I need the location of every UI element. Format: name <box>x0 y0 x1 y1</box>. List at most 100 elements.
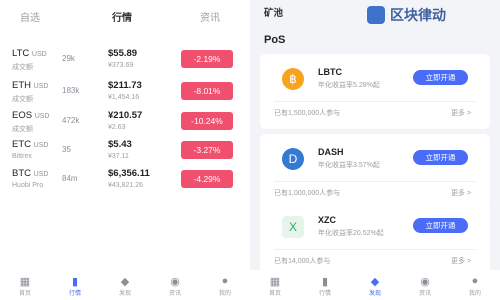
home-icon: ▦ <box>19 276 31 288</box>
nav-news[interactable]: ◉ 资讯 <box>150 270 200 300</box>
exchange-label: 成交额 <box>12 64 33 71</box>
page-title: 矿池 <box>264 8 284 19</box>
bottom-nav: ▦ 首页 ▮ 行情 ◆ 发现 ◉ 资讯 ● 我的 <box>250 270 500 300</box>
market-row[interactable]: LTC USD 成交额 29k $55.89 ¥373.69 -2.19% <box>0 44 250 78</box>
price-usd: ¥210.57 <box>108 110 143 121</box>
participants-text: 已有1,000,000人参与 <box>274 190 341 197</box>
nav-markets[interactable]: ▮ 行情 <box>300 270 350 300</box>
section-title: PoS <box>264 34 286 46</box>
exchange-label: Bittrex <box>12 153 32 160</box>
nav-label: 我的 <box>468 291 482 297</box>
dash-icon: D <box>282 148 304 170</box>
coin-pair: USD <box>33 171 49 178</box>
exchange-label: 成交额 <box>12 126 33 133</box>
yield-rate: 年化收益率5.28%起 <box>318 82 380 89</box>
tab-markets[interactable]: 行情 <box>112 9 132 24</box>
zcoin-icon: X <box>282 216 304 238</box>
coin-name: LBTC <box>318 67 342 77</box>
nav-label: 行情 <box>318 291 332 297</box>
price-cny: ¥1,454.16 <box>108 94 140 101</box>
nav-label: 发现 <box>368 291 382 297</box>
price-usd: $6,356.11 <box>108 168 150 179</box>
volume-value: 35 <box>62 145 71 154</box>
more-link[interactable]: 更多 > <box>451 108 471 118</box>
price-cny: ¥373.69 <box>108 62 134 69</box>
nav-profile[interactable]: ● 我的 <box>200 270 250 300</box>
watermark-logo: 区块律动 <box>390 7 446 23</box>
coin-symbol: EOS <box>12 110 33 121</box>
volume-value: 29k <box>62 54 75 63</box>
change-badge[interactable]: -4.29% <box>181 170 233 188</box>
nav-discover[interactable]: ◆ 发现 <box>350 270 400 300</box>
more-link[interactable]: 更多 > <box>451 256 471 266</box>
nav-news[interactable]: ◉ 资讯 <box>400 270 450 300</box>
nav-label: 我的 <box>218 291 232 297</box>
coin-symbol: ETH <box>12 80 31 91</box>
market-row[interactable]: BTC USD Huobi Pro 84m $6,356.11 ¥43,821.… <box>0 164 250 198</box>
nav-home[interactable]: ▦ 首页 <box>250 270 300 300</box>
pos-card[interactable]: X XZC 年化收益率20.52%起 立即开通 已有14,000人参与 更多 > <box>260 202 490 277</box>
diamond-icon: ◆ <box>120 276 130 288</box>
coin-pair: USD <box>33 142 49 149</box>
nav-label: 发现 <box>118 291 132 297</box>
chart-icon: ▮ <box>71 276 79 288</box>
coin-pair: USD <box>31 51 47 58</box>
price-cny: ¥43,821.26 <box>108 182 144 189</box>
markets-tab-bar: 自选 行情 资讯 <box>0 0 250 30</box>
coin-pair: USD <box>34 113 50 120</box>
nav-label: 首页 <box>268 291 282 297</box>
diamond-icon: ◆ <box>370 276 380 288</box>
nav-label: 资讯 <box>168 291 182 297</box>
coin-name: DASH <box>318 147 344 157</box>
participants-text: 已有1,500,000人参与 <box>274 110 341 117</box>
compass-icon: ◉ <box>420 276 430 288</box>
more-link[interactable]: 更多 > <box>451 188 471 198</box>
coin-pair: USD <box>33 83 49 90</box>
bitcoin-icon: ฿ <box>282 68 304 90</box>
divider <box>274 181 476 182</box>
change-badge[interactable]: -8.01% <box>181 82 233 100</box>
chart-icon: ▮ <box>321 276 329 288</box>
volume-value: 183k <box>62 86 80 95</box>
coin-symbol: BTC <box>12 168 31 179</box>
change-badge[interactable]: -10.24% <box>181 112 233 130</box>
open-button[interactable]: 立即开通 <box>413 218 468 233</box>
tab-news[interactable]: 资讯 <box>200 9 220 24</box>
nav-label: 首页 <box>18 291 32 297</box>
price-usd: $5.43 <box>108 139 132 150</box>
coin-symbol: ETC <box>12 139 31 150</box>
compass-icon: ◉ <box>170 276 180 288</box>
divider <box>274 101 476 102</box>
nav-markets[interactable]: ▮ 行情 <box>50 270 100 300</box>
tab-favorites[interactable]: 自选 <box>20 9 40 24</box>
exchange-label: Huobi Pro <box>12 182 44 189</box>
price-cny: ¥2.63 <box>108 124 126 131</box>
nav-profile[interactable]: ● 我的 <box>450 270 500 300</box>
bottom-nav: ▦ 首页 ▮ 行情 ◆ 发现 ◉ 资讯 ● 我的 <box>0 270 250 300</box>
pos-panel: 矿池 区块律动 PoS ฿ LBTC 年化收益率5.28%起 立即开通 已有1,… <box>250 0 500 300</box>
open-button[interactable]: 立即开通 <box>413 70 468 85</box>
open-button[interactable]: 立即开通 <box>413 150 468 165</box>
exchange-label: 成交额 <box>12 96 33 103</box>
nav-label: 资讯 <box>418 291 432 297</box>
volume-value: 472k <box>62 116 80 125</box>
coin-name: XZC <box>318 215 336 225</box>
change-badge[interactable]: -3.27% <box>181 141 233 159</box>
price-usd: $211.73 <box>108 80 142 91</box>
participants-text: 已有14,000人参与 <box>274 258 331 265</box>
price-cny: ¥37.11 <box>108 153 129 160</box>
pos-card[interactable]: ฿ LBTC 年化收益率5.28%起 立即开通 已有1,500,000人参与 更… <box>260 54 490 129</box>
nav-label: 行情 <box>68 291 82 297</box>
markets-panel: 自选 行情 资讯 LTC USD 成交额 29k $55.89 ¥373.69 … <box>0 0 250 300</box>
pos-card[interactable]: D DASH 年化收益率3.57%起 立即开通 已有1,000,000人参与 更… <box>260 134 490 209</box>
divider <box>274 249 476 250</box>
yield-rate: 年化收益率3.57%起 <box>318 162 380 169</box>
coin-symbol: LTC <box>12 48 30 59</box>
change-badge[interactable]: -2.19% <box>181 50 233 68</box>
user-icon: ● <box>221 275 229 287</box>
volume-value: 84m <box>62 174 78 183</box>
nav-home[interactable]: ▦ 首页 <box>0 270 50 300</box>
market-row[interactable]: ETH USD 成交额 183k $211.73 ¥1,454.16 -8.01… <box>0 76 250 110</box>
nav-discover[interactable]: ◆ 发现 <box>100 270 150 300</box>
home-icon: ▦ <box>269 276 281 288</box>
